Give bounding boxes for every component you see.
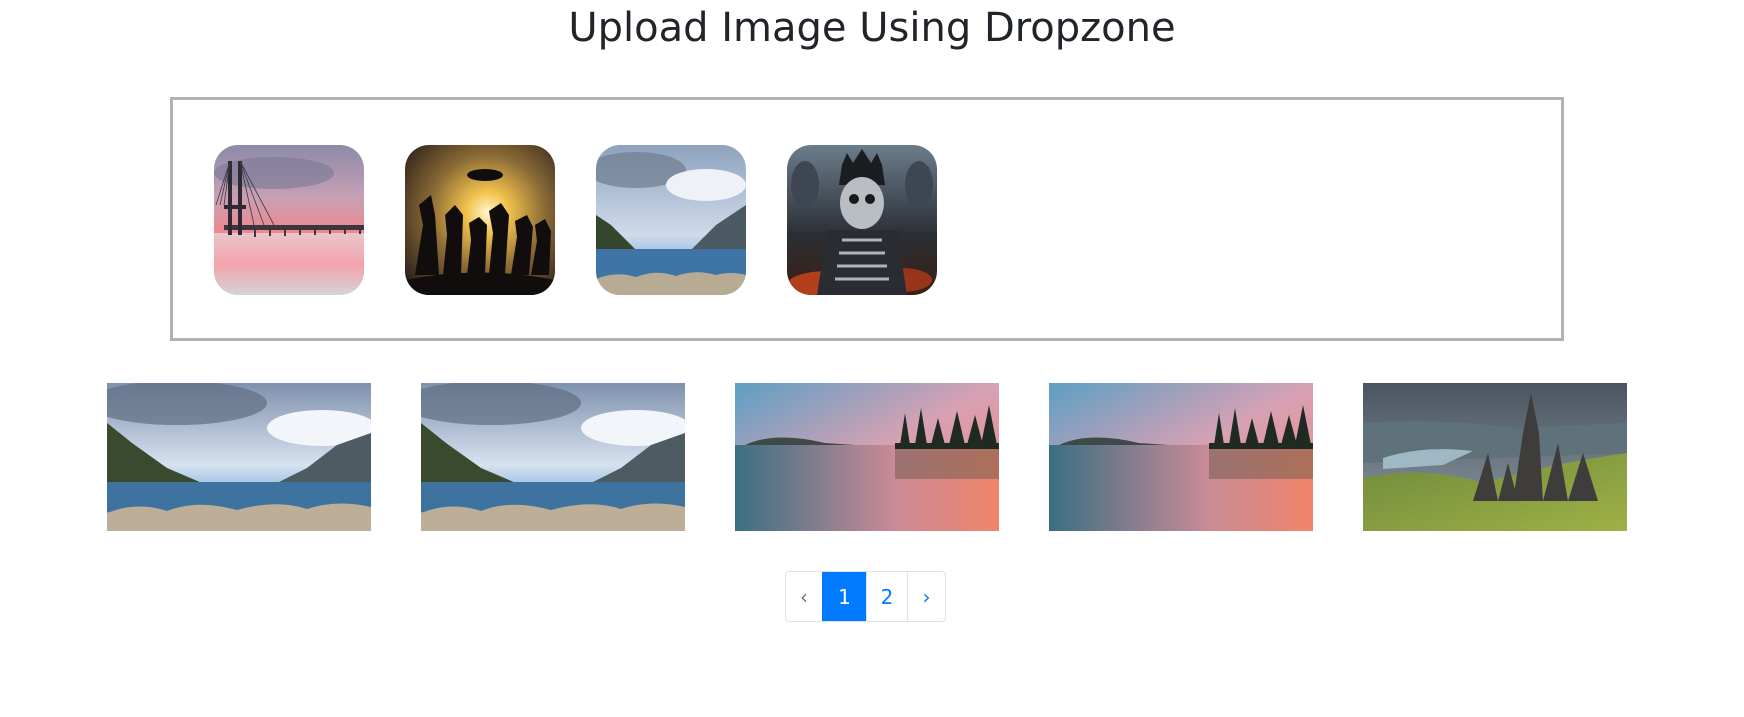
- anime-silhouette-image: [405, 145, 555, 295]
- preview-armored-warrior-image[interactable]: [787, 145, 937, 295]
- gallery-image-5[interactable]: [1363, 383, 1627, 531]
- lake-mountains-image: [421, 383, 685, 531]
- gallery-image-1[interactable]: [107, 383, 371, 531]
- bridge-sunset-image: [214, 145, 364, 295]
- preview-anime-silhouette-image[interactable]: [405, 145, 555, 295]
- armored-warrior-image: [787, 145, 937, 295]
- dropzone-area[interactable]: [170, 97, 1564, 341]
- lake-mountains-image: [596, 145, 746, 295]
- pagination: ‹ 1 2 ›: [785, 571, 946, 622]
- pagination-prev-button[interactable]: ‹: [786, 572, 822, 621]
- sunset-lake-image: [735, 383, 999, 531]
- pagination-page-1[interactable]: 1: [822, 572, 866, 621]
- pagination-next-button[interactable]: ›: [907, 572, 945, 621]
- page-title: Upload Image Using Dropzone: [568, 5, 1176, 51]
- gallery-image-3[interactable]: [735, 383, 999, 531]
- gallery-image-4[interactable]: [1049, 383, 1313, 531]
- lake-mountains-image: [107, 383, 371, 531]
- preview-lake-mountains-image[interactable]: [596, 145, 746, 295]
- preview-bridge-sunset-image[interactable]: [214, 145, 364, 295]
- pagination-page-2[interactable]: 2: [866, 572, 907, 621]
- sunset-lake-image: [1049, 383, 1313, 531]
- rocky-highlands-image: [1363, 383, 1627, 531]
- gallery-image-2[interactable]: [421, 383, 685, 531]
